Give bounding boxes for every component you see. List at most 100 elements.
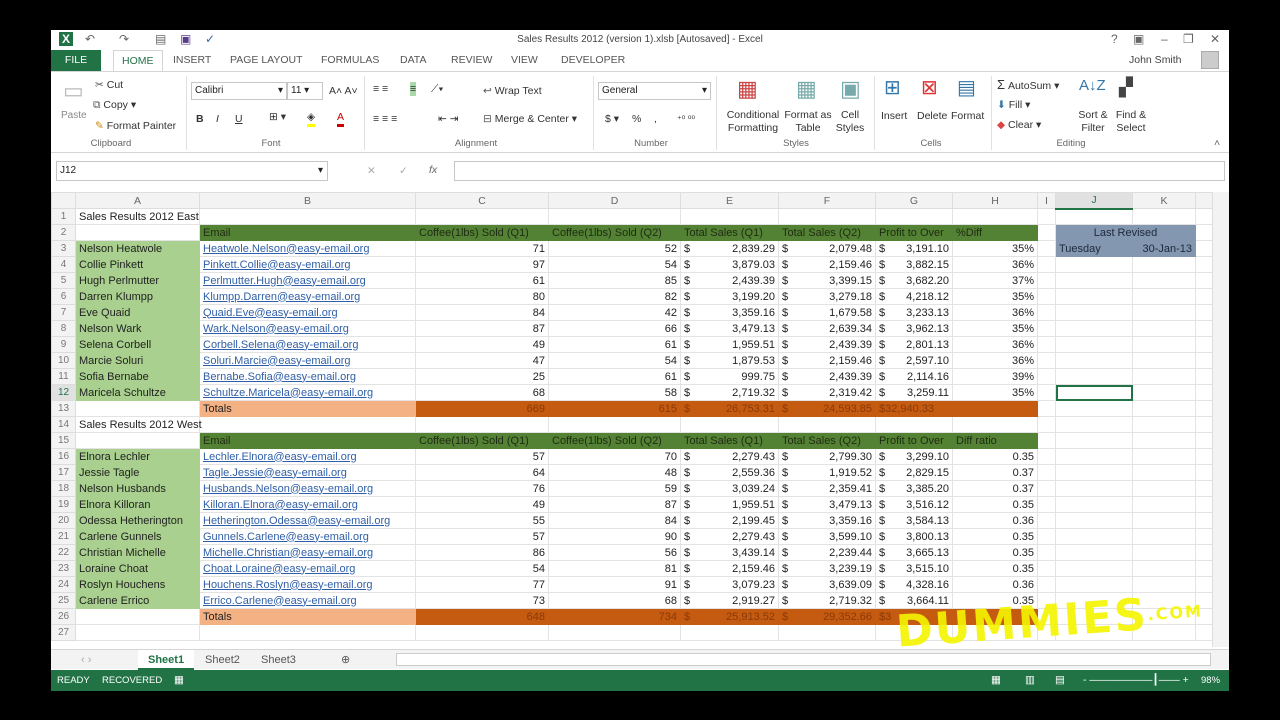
- comma-button[interactable]: ,: [654, 112, 657, 126]
- column-header-I[interactable]: I: [1037, 192, 1056, 209]
- salesperson-name[interactable]: Jessie Tagle: [75, 464, 200, 481]
- cell[interactable]: [548, 416, 681, 433]
- salesperson-name[interactable]: Elnora Killoran: [75, 496, 200, 513]
- cell[interactable]: [1055, 304, 1133, 321]
- cell[interactable]: [875, 208, 953, 225]
- cell[interactable]: [1132, 288, 1196, 305]
- select-all-corner[interactable]: [51, 192, 76, 209]
- cell[interactable]: [1037, 464, 1056, 481]
- diff[interactable]: 35%: [952, 320, 1038, 337]
- cell[interactable]: [1037, 224, 1056, 241]
- row-header[interactable]: 4: [51, 256, 76, 273]
- diff[interactable]: 35%: [952, 288, 1038, 305]
- total-q1[interactable]: 669: [415, 400, 549, 417]
- cell[interactable]: [1132, 352, 1196, 369]
- row-header[interactable]: 1: [51, 208, 76, 225]
- sales-q1[interactable]: $1,879.53: [680, 352, 779, 369]
- q1-sold[interactable]: 77: [415, 576, 549, 593]
- cell[interactable]: [1055, 400, 1133, 417]
- profit[interactable]: $2,801.13: [875, 336, 953, 353]
- cell[interactable]: [1037, 288, 1056, 305]
- column-title[interactable]: Email: [199, 432, 416, 449]
- column-header-H[interactable]: H: [952, 192, 1038, 209]
- profit[interactable]: $3,800.13: [875, 528, 953, 545]
- sales-q2[interactable]: $2,439.39: [778, 368, 876, 385]
- email-link[interactable]: Choat.Loraine@easy-email.org: [199, 560, 416, 577]
- cell[interactable]: [199, 416, 416, 433]
- cell[interactable]: [1055, 272, 1133, 289]
- cell[interactable]: [1132, 368, 1196, 385]
- salesperson-name[interactable]: Elnora Lechler: [75, 448, 200, 465]
- q2-sold[interactable]: 87: [548, 496, 681, 513]
- sales-q1[interactable]: $2,719.32: [680, 384, 779, 401]
- cell[interactable]: [1037, 400, 1056, 417]
- zoom-level[interactable]: 98%: [1201, 674, 1220, 688]
- cell[interactable]: [1132, 320, 1196, 337]
- q1-sold[interactable]: 49: [415, 336, 549, 353]
- column-header-D[interactable]: D: [548, 192, 681, 209]
- email-link[interactable]: Wark.Nelson@easy-email.org: [199, 320, 416, 337]
- column-title[interactable]: Total Sales (Q1): [680, 432, 779, 449]
- fill-button[interactable]: ⬇ Fill ▾: [997, 98, 1030, 112]
- q2-sold[interactable]: 68: [548, 592, 681, 609]
- tab-view[interactable]: VIEW: [503, 50, 546, 71]
- q2-sold[interactable]: 59: [548, 480, 681, 497]
- enter-icon[interactable]: ✓: [399, 164, 408, 178]
- q2-sold[interactable]: 42: [548, 304, 681, 321]
- sales-q2[interactable]: $3,479.13: [778, 496, 876, 513]
- cell[interactable]: [1037, 512, 1056, 529]
- cell-styles-button[interactable]: Cell Styles: [832, 109, 868, 135]
- q1-sold[interactable]: 71: [415, 240, 549, 257]
- sales-q1[interactable]: $1,959.51: [680, 496, 779, 513]
- email-link[interactable]: Lechler.Elnora@easy-email.org: [199, 448, 416, 465]
- totals-label[interactable]: Totals: [199, 400, 416, 417]
- email-link[interactable]: Bernabe.Sofia@easy-email.org: [199, 368, 416, 385]
- section-title[interactable]: Sales Results 2012 East: [75, 208, 200, 225]
- copy-button[interactable]: ⧉ Copy ▾: [93, 98, 136, 112]
- cell[interactable]: [1055, 416, 1133, 433]
- cell[interactable]: [1132, 336, 1196, 353]
- sales-q1[interactable]: $2,439.39: [680, 272, 779, 289]
- sheet-tab-sheet3[interactable]: Sheet3: [251, 650, 306, 670]
- font-size-select[interactable]: 11 ▾: [287, 82, 323, 100]
- sales-q2[interactable]: $3,359.16: [778, 512, 876, 529]
- insert-function-icon[interactable]: fx: [429, 163, 437, 177]
- column-header-E[interactable]: E: [680, 192, 779, 209]
- formula-input[interactable]: [454, 161, 1225, 181]
- paste-icon[interactable]: ▭: [63, 78, 84, 104]
- salesperson-name[interactable]: Darren Klumpp: [75, 288, 200, 305]
- cell[interactable]: [1132, 480, 1196, 497]
- cell[interactable]: [778, 208, 876, 225]
- sales-q1[interactable]: $3,439.14: [680, 544, 779, 561]
- salesperson-name[interactable]: Nelson Husbands: [75, 480, 200, 497]
- sales-q1[interactable]: $3,199.20: [680, 288, 779, 305]
- q1-sold[interactable]: 49: [415, 496, 549, 513]
- q1-sold[interactable]: 54: [415, 560, 549, 577]
- email-link[interactable]: Michelle.Christian@easy-email.org: [199, 544, 416, 561]
- profit[interactable]: $3,665.13: [875, 544, 953, 561]
- sales-q2[interactable]: $3,239.19: [778, 560, 876, 577]
- email-link[interactable]: Klumpp.Darren@easy-email.org: [199, 288, 416, 305]
- row-header[interactable]: 2: [51, 224, 76, 241]
- column-title[interactable]: Coffee(1lbs) Sold (Q1): [415, 432, 549, 449]
- q2-sold[interactable]: 52: [548, 240, 681, 257]
- cell[interactable]: [1132, 272, 1196, 289]
- column-title[interactable]: Total Sales (Q1): [680, 224, 779, 241]
- q1-sold[interactable]: 73: [415, 592, 549, 609]
- q2-sold[interactable]: 85: [548, 272, 681, 289]
- sales-q2[interactable]: $3,399.15: [778, 272, 876, 289]
- cell[interactable]: [1037, 320, 1056, 337]
- bold-button[interactable]: B: [196, 112, 204, 126]
- sales-q1[interactable]: $2,839.29: [680, 240, 779, 257]
- row-header[interactable]: 26: [51, 608, 76, 625]
- cell[interactable]: [1055, 464, 1133, 481]
- cell[interactable]: [1037, 256, 1056, 273]
- cell[interactable]: [1055, 544, 1133, 561]
- sales-q1[interactable]: $3,359.16: [680, 304, 779, 321]
- worksheet-grid[interactable]: A B C D E F G H I J K 1 Sales Results 2012 East 2 Emai…: [51, 192, 1218, 641]
- collapse-ribbon-icon[interactable]: ˄: [1214, 136, 1220, 150]
- indent-icon[interactable]: ⇤ ⇥: [438, 112, 459, 126]
- fill-color-icon[interactable]: ◈: [307, 110, 316, 127]
- cell[interactable]: [952, 416, 1038, 433]
- profit[interactable]: $4,218.12: [875, 288, 953, 305]
